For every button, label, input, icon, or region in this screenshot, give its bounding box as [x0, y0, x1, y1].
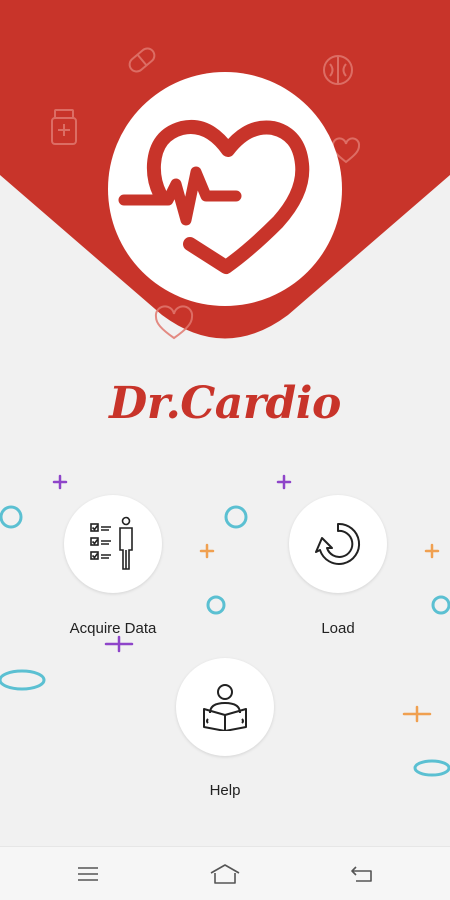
back-button[interactable] — [340, 859, 384, 889]
reading-person-icon — [203, 684, 247, 731]
acquire-data-button[interactable] — [64, 495, 162, 593]
menu-button[interactable] — [66, 859, 110, 889]
plus-decoration — [276, 474, 292, 490]
load-label: Load — [321, 620, 355, 637]
ring-decoration — [0, 505, 23, 529]
menu-icon — [78, 867, 98, 881]
plus-decoration — [199, 543, 215, 559]
ring-decoration — [413, 759, 450, 777]
ring-decoration — [0, 669, 46, 691]
load-button[interactable] — [289, 495, 387, 593]
home-icon — [210, 864, 240, 884]
acquire-data-label: Acquire Data — [69, 620, 157, 637]
app-screen: Dr.Cardio Acquire Data Load Help — [0, 0, 450, 900]
ring-decoration — [431, 595, 450, 615]
ring-decoration — [224, 505, 248, 529]
checklist-person-icon — [90, 516, 133, 570]
plus-decoration — [402, 705, 432, 723]
help-button[interactable] — [176, 658, 274, 756]
system-navigation-bar — [0, 846, 450, 900]
home-button[interactable] — [203, 859, 247, 889]
plus-decoration — [424, 543, 440, 559]
plus-decoration — [52, 474, 68, 490]
help-label: Help — [209, 782, 241, 799]
plus-decoration — [104, 635, 134, 653]
reload-icon — [315, 522, 361, 565]
back-icon — [351, 866, 372, 882]
ring-decoration — [206, 595, 226, 615]
